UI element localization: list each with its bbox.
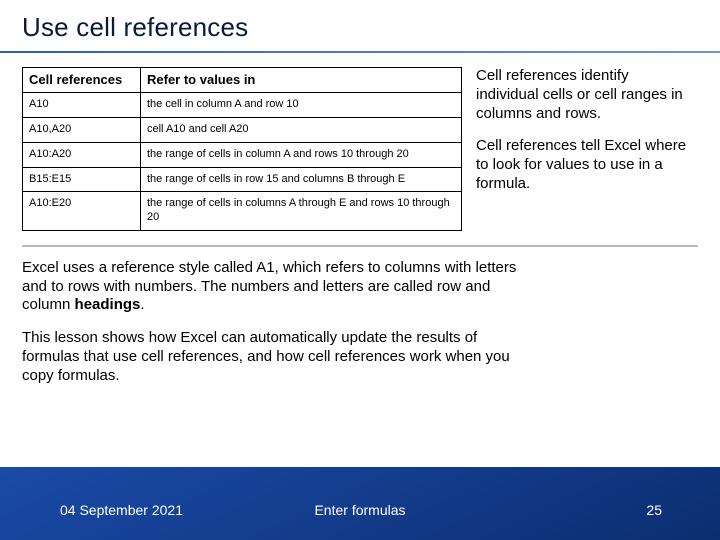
slide-title: Use cell references	[22, 12, 698, 43]
table-row: A10the cell in column A and row 10	[23, 93, 462, 118]
body-paragraph: Excel uses a reference style called A1, …	[22, 259, 522, 315]
table-row: B15:E15the range of cells in row 15 and …	[23, 167, 462, 192]
table-header-row: Cell references Refer to values in	[23, 68, 462, 93]
table-row: A10,A20cell A10 and cell A20	[23, 118, 462, 143]
side-text: Cell references identify individual cell…	[476, 67, 688, 231]
table-row: A10:E20the range of cells in columns A t…	[23, 192, 462, 231]
slide-footer: 04 September 2021 Enter formulas 25	[0, 488, 720, 532]
body-text: Excel uses a reference style called A1, …	[22, 259, 522, 386]
side-paragraph: Cell references tell Excel where to look…	[476, 137, 688, 193]
table-header: Cell references	[23, 68, 141, 93]
cell-references-table: Cell references Refer to values in A10th…	[22, 67, 462, 231]
footer-center: Enter formulas	[0, 502, 720, 518]
table-row: A10:A20the range of cells in column A an…	[23, 142, 462, 167]
bold-text: headings	[75, 296, 141, 313]
footer-page-number: 25	[646, 502, 662, 518]
title-rule	[0, 51, 720, 53]
section-divider	[22, 245, 698, 247]
body-paragraph: This lesson shows how Excel can automati…	[22, 329, 522, 385]
side-paragraph: Cell references identify individual cell…	[476, 67, 688, 123]
table-header: Refer to values in	[141, 68, 462, 93]
